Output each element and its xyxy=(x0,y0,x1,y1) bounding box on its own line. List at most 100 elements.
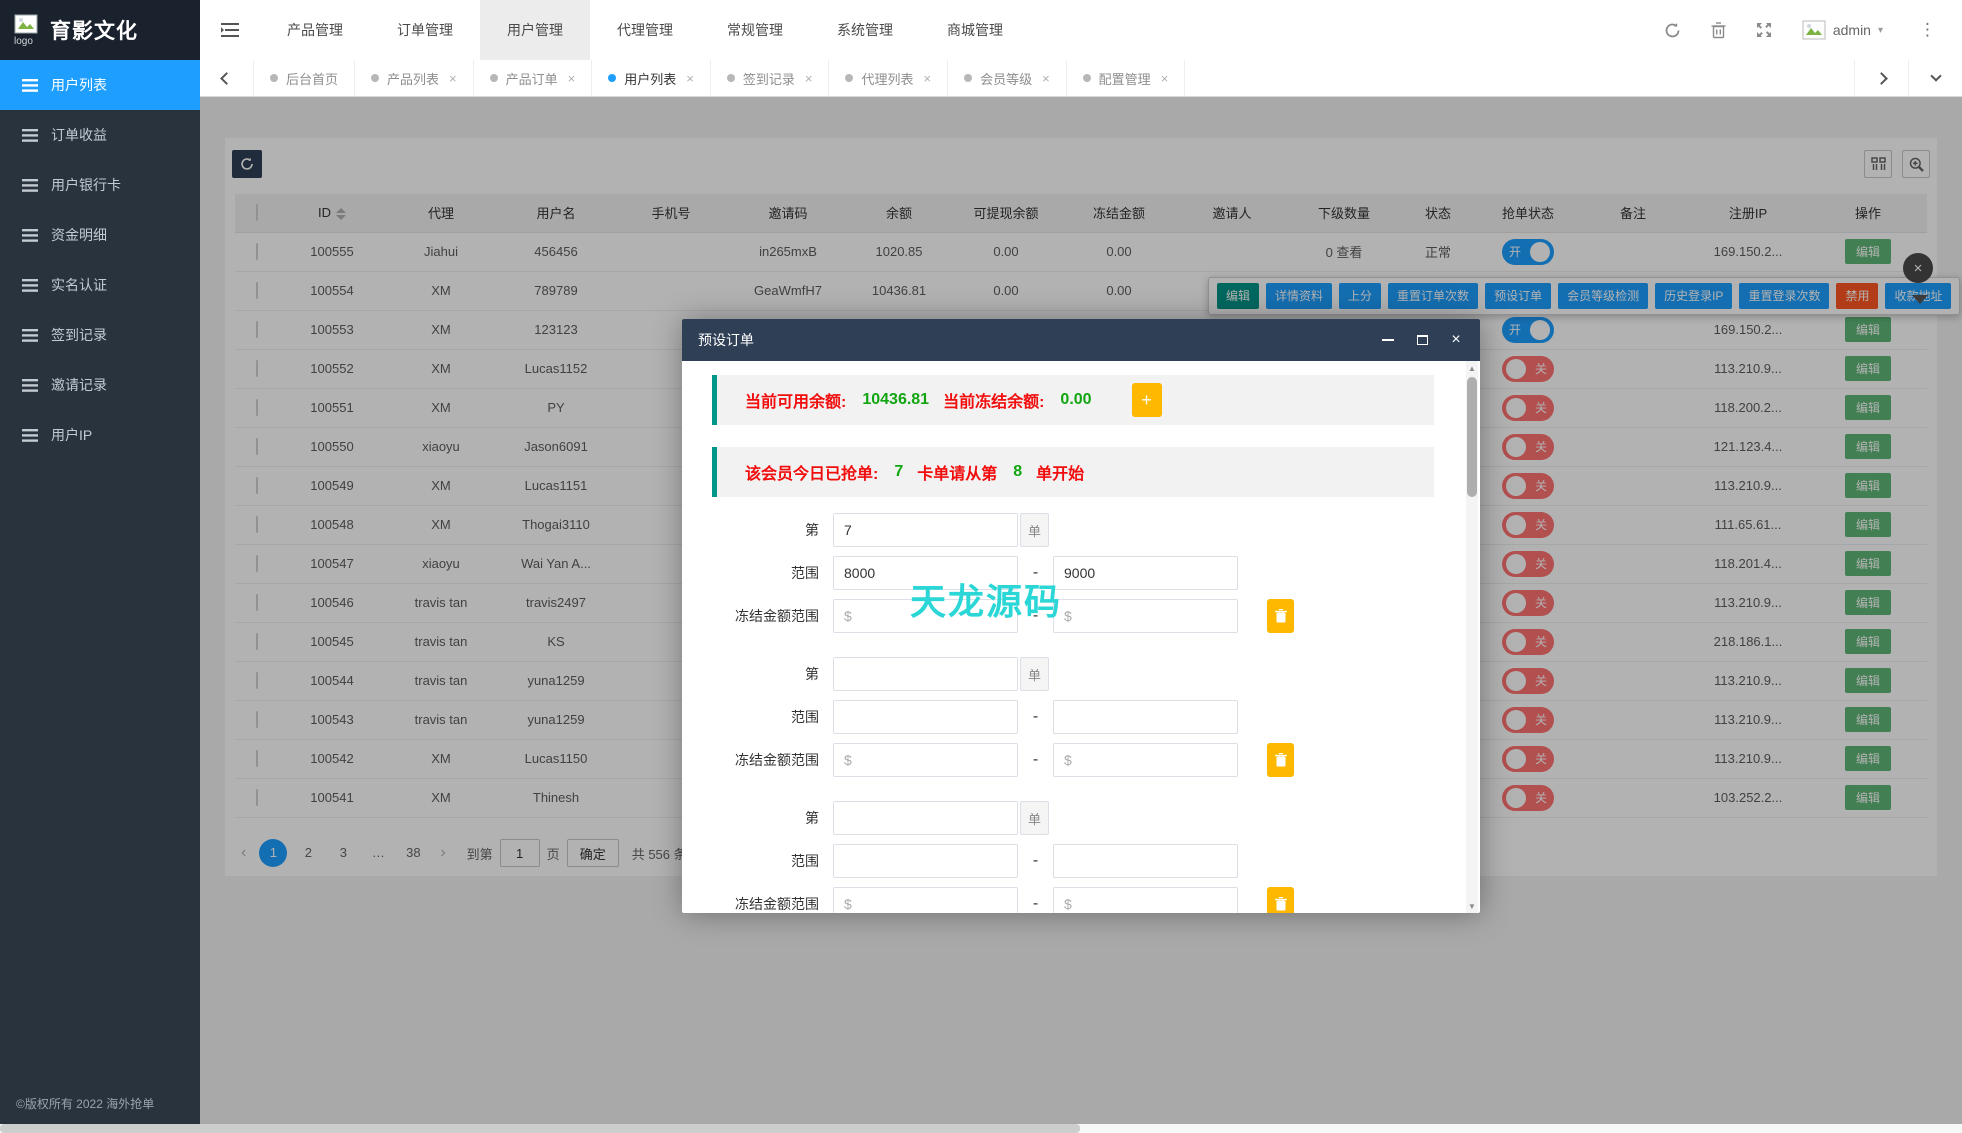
frozen-dash: - xyxy=(1018,607,1053,625)
sidebar-item[interactable]: 实名认证 xyxy=(0,260,200,310)
tab[interactable]: 代理列表 × xyxy=(829,60,948,96)
range-to-input[interactable] xyxy=(1053,556,1238,590)
sidebar-item-label: 订单收益 xyxy=(51,125,107,145)
range-from-input[interactable] xyxy=(833,700,1018,734)
frozen-from-input[interactable] xyxy=(833,887,1018,913)
scroll-down-icon[interactable]: ▼ xyxy=(1466,899,1478,913)
sidebar-item-label: 邀请记录 xyxy=(51,375,107,395)
frozen-to-input[interactable] xyxy=(1053,743,1238,777)
sidebar-item[interactable]: 资金明细 xyxy=(0,210,200,260)
top-nav-item[interactable]: 产品管理 xyxy=(260,0,370,60)
range-to-input[interactable] xyxy=(1053,844,1238,878)
start-value: 8 xyxy=(1013,463,1022,481)
tab[interactable]: 配置管理 × xyxy=(1067,60,1186,96)
tab[interactable]: 会员等级 × xyxy=(948,60,1067,96)
range-from-input[interactable] xyxy=(833,844,1018,878)
top-nav-item[interactable]: 用户管理 xyxy=(480,0,590,60)
tab-close-icon[interactable]: × xyxy=(805,71,813,86)
maximize-button[interactable] xyxy=(1414,332,1430,348)
tab-close-icon[interactable]: × xyxy=(686,71,694,86)
delete-group-button[interactable] xyxy=(1267,743,1294,777)
order-no-addon[interactable]: 单 xyxy=(1020,801,1049,835)
delete-group-button[interactable] xyxy=(1267,599,1294,633)
tab-dot-icon xyxy=(845,74,853,82)
frozen-to-input[interactable] xyxy=(1053,887,1238,913)
tab-label: 签到记录 xyxy=(743,69,795,88)
balance-label: 当前可用余额: xyxy=(745,388,846,412)
sidebar-item[interactable]: 用户IP xyxy=(0,410,200,460)
modal-title: 预设订单 xyxy=(698,330,754,350)
range-row: 范围 - xyxy=(682,844,1480,878)
maximize-icon xyxy=(1417,335,1428,345)
logo-alt-text: logo xyxy=(14,36,33,47)
tab[interactable]: 产品列表 × xyxy=(355,60,474,96)
frozen-from-input[interactable] xyxy=(833,743,1018,777)
sidebar-item[interactable]: 用户银行卡 xyxy=(0,160,200,210)
order-no-row: 第 单 xyxy=(682,513,1480,547)
tabs-scroll-right-button[interactable] xyxy=(1854,60,1908,96)
tab[interactable]: 用户列表 × xyxy=(592,60,711,96)
tab-close-icon[interactable]: × xyxy=(449,71,457,86)
tab[interactable]: 签到记录 × xyxy=(711,60,830,96)
chevron-right-icon xyxy=(1875,72,1888,85)
tab-label: 用户列表 xyxy=(624,69,676,88)
order-no-addon[interactable]: 单 xyxy=(1020,657,1049,691)
tab[interactable]: 后台首页 xyxy=(254,60,355,96)
sidebar-item[interactable]: 订单收益 xyxy=(0,110,200,160)
range-label: 范围 xyxy=(682,707,833,727)
order-no-input[interactable] xyxy=(833,657,1018,691)
tab-close-icon[interactable]: × xyxy=(923,71,931,86)
top-nav-item[interactable]: 代理管理 xyxy=(590,0,700,60)
top-nav-item[interactable]: 订单管理 xyxy=(370,0,480,60)
range-to-input[interactable] xyxy=(1053,700,1238,734)
order-no-input[interactable] xyxy=(833,801,1018,835)
modal-header[interactable]: 预设订单 × xyxy=(682,319,1480,361)
range-from-input[interactable] xyxy=(833,556,1018,590)
list-icon xyxy=(22,179,38,192)
kebab-icon[interactable]: ⋮ xyxy=(1913,20,1942,40)
sidebar: logo 育影文化 用户列表 订单收益 xyxy=(0,0,200,1124)
sidebar-item[interactable]: 用户列表 xyxy=(0,60,200,110)
tabs-scroll-left-button[interactable] xyxy=(200,60,254,96)
frozen-to-input[interactable] xyxy=(1053,599,1238,633)
sidebar-item[interactable]: 邀请记录 xyxy=(0,360,200,410)
tab-close-icon[interactable]: × xyxy=(1042,71,1050,86)
order-no-label: 第 xyxy=(682,664,833,684)
delete-group-button[interactable] xyxy=(1267,887,1294,913)
menu-fold-icon[interactable] xyxy=(200,23,260,37)
grab-count-value: 7 xyxy=(894,463,903,481)
horizontal-scrollbar-thumb[interactable] xyxy=(0,1124,1080,1133)
tab-close-icon[interactable]: × xyxy=(568,71,576,86)
top-nav-item[interactable]: 商城管理 xyxy=(920,0,1030,60)
sidebar-item[interactable]: 签到记录 xyxy=(0,310,200,360)
modal-scrollbar[interactable]: ▲ ▼ xyxy=(1466,361,1478,913)
tabs-more-button[interactable] xyxy=(1908,60,1962,96)
minimize-button[interactable] xyxy=(1380,332,1396,348)
chevron-left-icon xyxy=(220,72,233,85)
sidebar-item-icon-wrap xyxy=(22,279,38,292)
scroll-up-icon[interactable]: ▲ xyxy=(1466,361,1478,375)
top-nav-item[interactable]: 常规管理 xyxy=(700,0,810,60)
frozen-dash: - xyxy=(1018,751,1053,769)
close-button[interactable]: × xyxy=(1448,332,1464,348)
fullscreen-icon[interactable] xyxy=(1756,22,1772,38)
scrollbar-thumb[interactable] xyxy=(1467,377,1477,497)
top-nav-item-label: 系统管理 xyxy=(837,22,893,38)
frozen-from-input[interactable] xyxy=(833,599,1018,633)
tab-dot-icon xyxy=(270,74,278,82)
tab-dot-icon xyxy=(964,74,972,82)
top-nav-item[interactable]: 系统管理 xyxy=(810,0,920,60)
tab-dot-icon xyxy=(371,74,379,82)
tab[interactable]: 产品订单 × xyxy=(474,60,593,96)
add-group-button[interactable]: + xyxy=(1132,383,1162,417)
order-no-input[interactable] xyxy=(833,513,1018,547)
tab-close-icon[interactable]: × xyxy=(1161,71,1169,86)
frozen-range-label: 冻结金额范围 xyxy=(682,606,833,626)
order-no-addon[interactable]: 单 xyxy=(1020,513,1049,547)
trash-icon[interactable] xyxy=(1711,22,1726,39)
trash-icon xyxy=(1275,753,1287,767)
refresh-icon[interactable] xyxy=(1664,22,1681,39)
horizontal-scrollbar[interactable] xyxy=(0,1124,1962,1133)
range-row: 范围 - xyxy=(682,700,1480,734)
user-menu[interactable]: admin ▾ xyxy=(1802,20,1883,40)
